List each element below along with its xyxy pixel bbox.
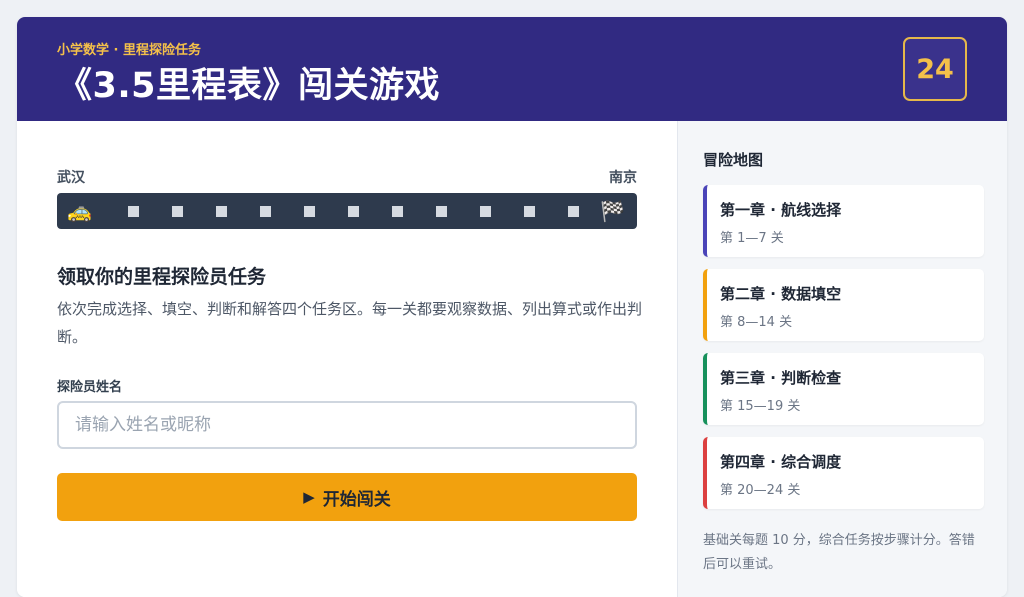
route-stop-marker	[568, 206, 579, 217]
route-progress-track: 🚕 🏁	[57, 193, 637, 229]
explorer-name-label: 探险员姓名	[57, 380, 123, 395]
route-stop-marker	[436, 206, 447, 217]
route-stop-marker	[216, 206, 227, 217]
task-description: 依次完成选择、填空、判断和解答四个任务区。每一关都要观察数据、列出算式或作出判断…	[57, 300, 643, 346]
chapter-level-range: 第 8—14 关	[720, 315, 793, 330]
game-card: 小学数学 · 里程探险任务 《3.5里程表》闯关游戏 24 武汉 南京 🚕 🏁 …	[17, 17, 1007, 597]
chapter-level-range: 第 20—24 关	[720, 483, 801, 498]
route-stop-marker	[392, 206, 403, 217]
chapter-name: 第一章 · 航线选择	[720, 201, 842, 219]
end-city-label: 南京	[609, 170, 637, 186]
chapter-name: 第四章 · 综合调度	[720, 453, 842, 471]
scoring-note: 基础关每题 10 分，综合任务按步骤计分。答错后可以重试。	[703, 533, 975, 572]
chapter-level-range: 第 1—7 关	[720, 231, 784, 246]
route-stop-marker	[348, 206, 359, 217]
play-icon: ▶	[303, 488, 315, 506]
chapter-level-range: 第 15—19 关	[720, 399, 801, 414]
route-stop-marker	[524, 206, 535, 217]
chapter-name: 第三章 · 判断检查	[720, 369, 842, 387]
task-heading: 领取你的里程探险员任务	[57, 266, 267, 288]
route-stop-marker	[128, 206, 139, 217]
route-stop-marker	[480, 206, 491, 217]
adventure-map-sidebar: 冒险地图 第一章 · 航线选择 第 1—7 关 第二章 · 数据填空 第 8—1…	[677, 121, 1007, 597]
chapter-card-4[interactable]: 第四章 · 综合调度 第 20—24 关	[703, 437, 984, 509]
route-stop-marker	[172, 206, 183, 217]
start-city-label: 武汉	[57, 170, 85, 186]
start-game-button[interactable]: ▶ 开始闯关	[57, 473, 637, 521]
chapter-card-3[interactable]: 第三章 · 判断检查 第 15—19 关	[703, 353, 984, 425]
header-subtitle: 小学数学 · 里程探险任务	[57, 43, 201, 58]
adventure-map-title: 冒险地图	[703, 151, 764, 169]
route-stop-marker	[260, 206, 271, 217]
taxi-icon: 🚕	[67, 199, 92, 223]
start-button-label: 开始闯关	[322, 489, 391, 510]
explorer-name-input[interactable]	[57, 401, 637, 449]
chapter-name: 第二章 · 数据填空	[720, 285, 842, 303]
page-title: 《3.5里程表》闯关游戏	[57, 66, 441, 106]
chapter-card-2[interactable]: 第二章 · 数据填空 第 8—14 关	[703, 269, 984, 341]
chapter-card-1[interactable]: 第一章 · 航线选择 第 1—7 关	[703, 185, 984, 257]
level-count-badge: 24	[903, 37, 967, 101]
checkered-flag-icon: 🏁	[600, 199, 625, 223]
main-panel: 武汉 南京 🚕 🏁 领取你的里程探险员任务 依次完成选择、填空、判断和解答四个任…	[17, 121, 677, 597]
route-stop-marker	[304, 206, 315, 217]
header-banner: 小学数学 · 里程探险任务 《3.5里程表》闯关游戏 24	[17, 17, 1007, 121]
